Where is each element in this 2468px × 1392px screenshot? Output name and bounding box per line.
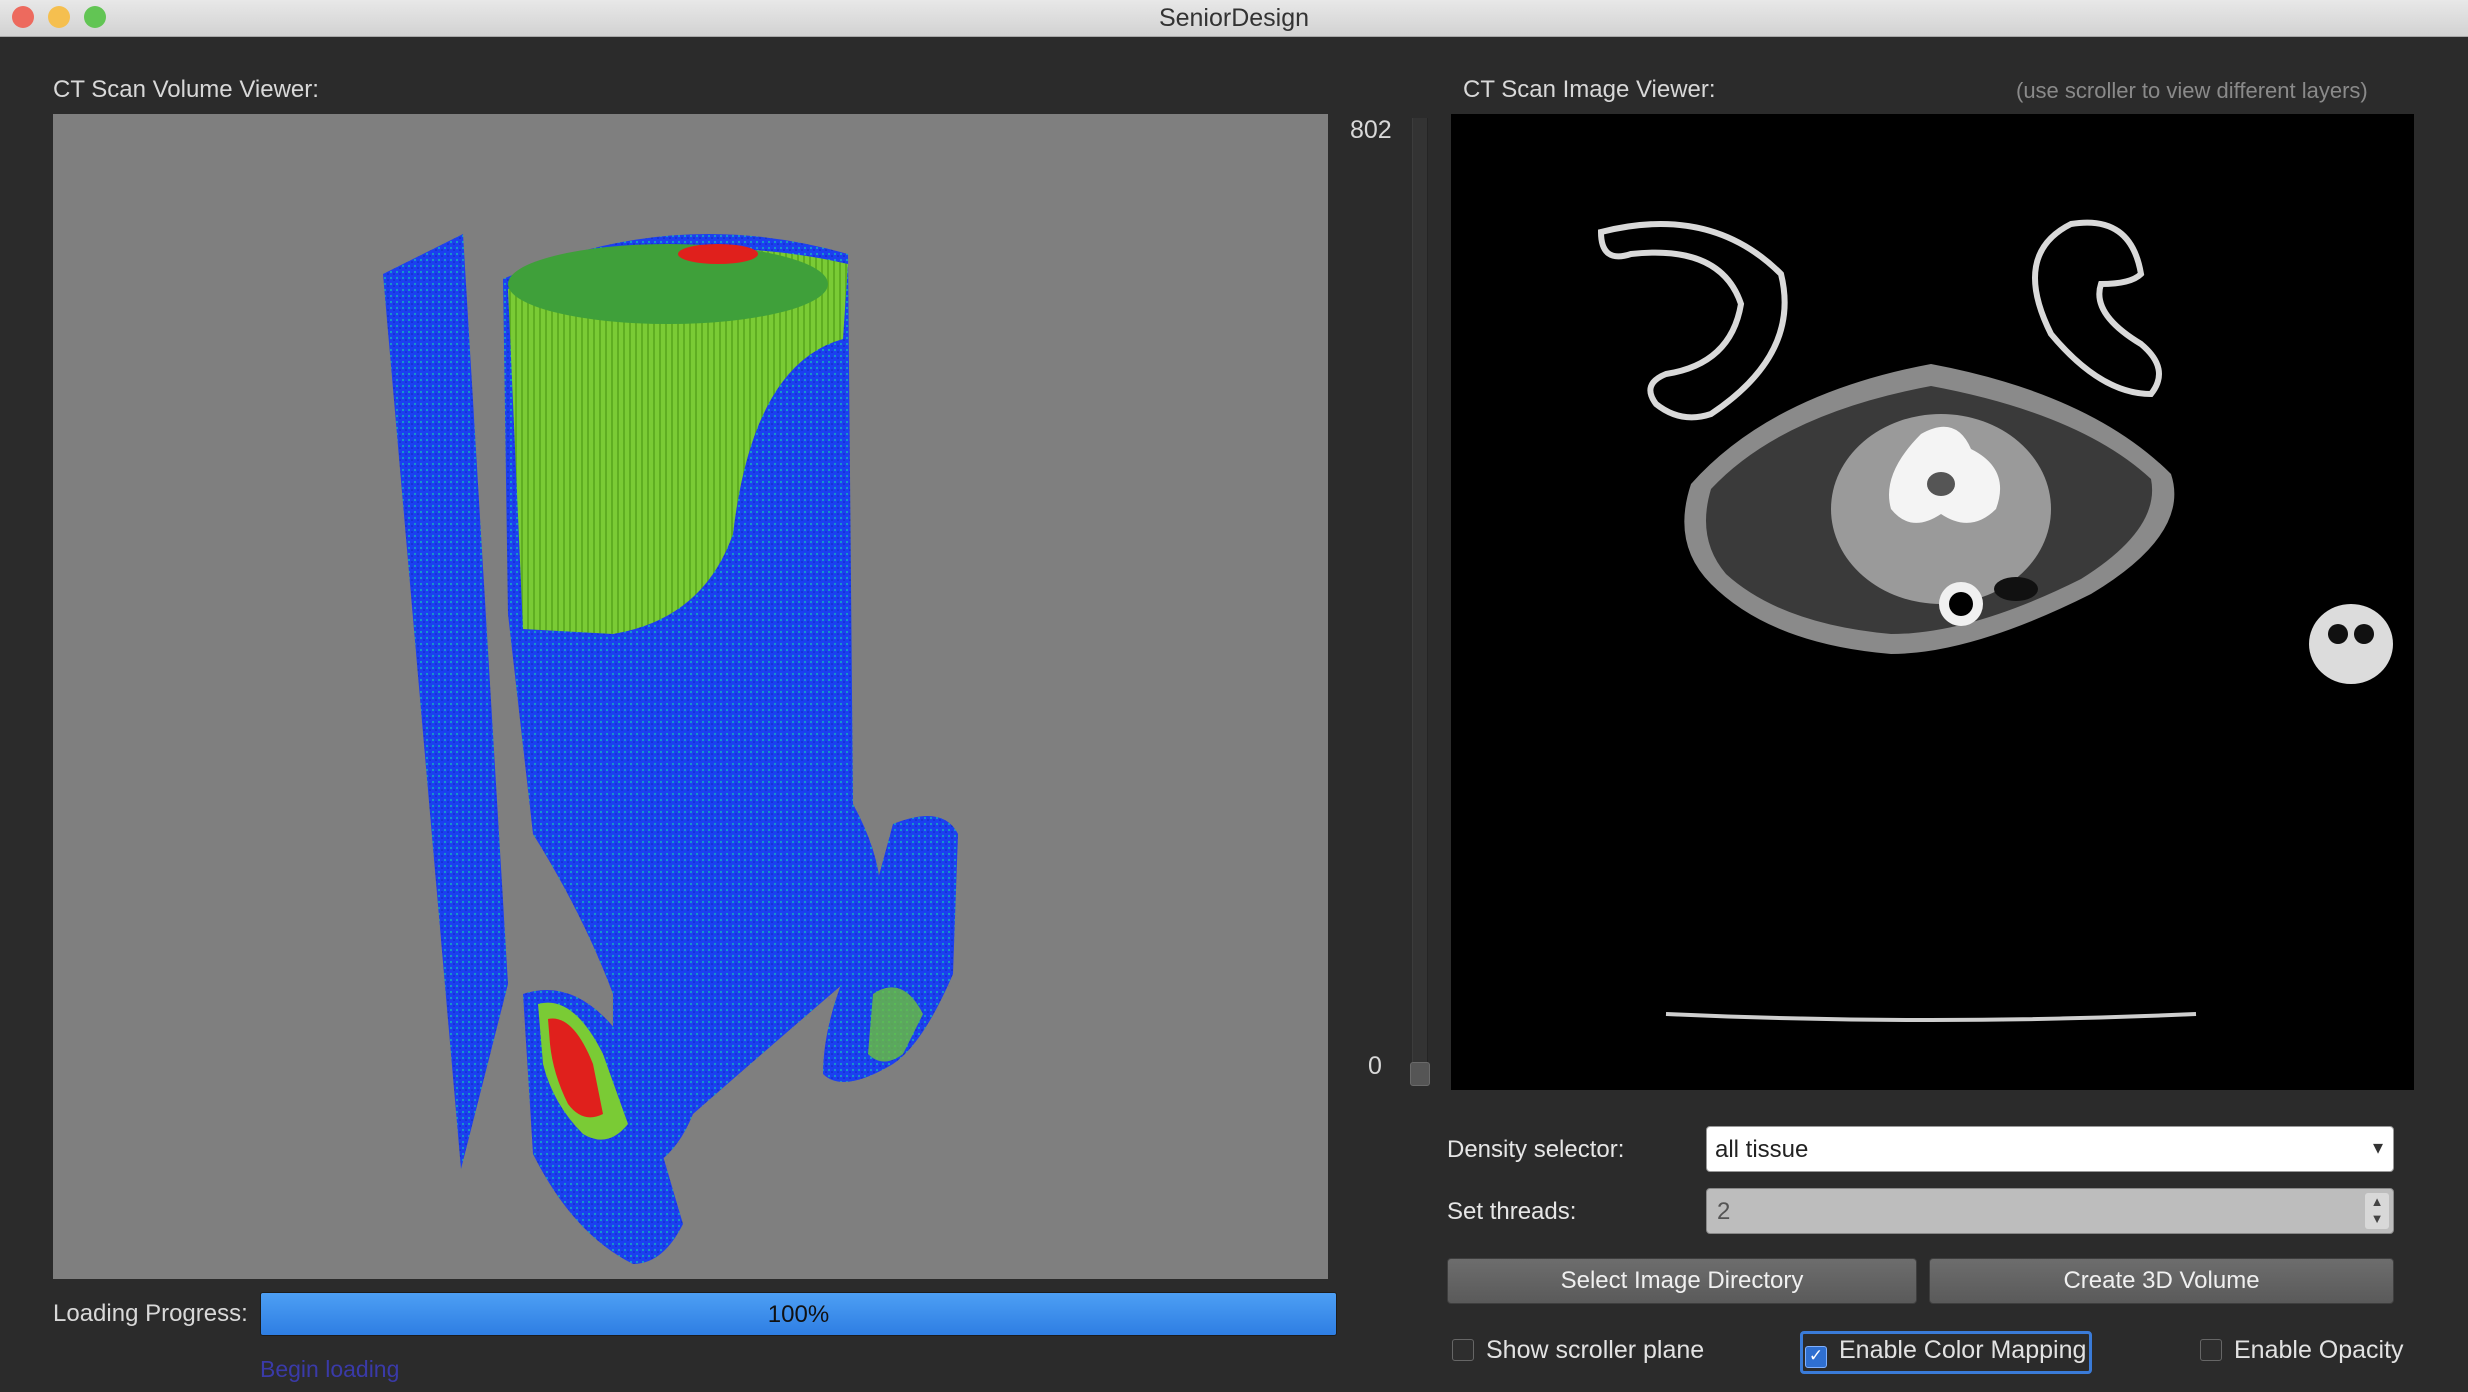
chevron-down-icon: ▾ <box>2372 1137 2383 1159</box>
enable-opacity-checkbox[interactable]: Enable Opacity <box>2200 1336 2404 1365</box>
ct-slice-image <box>1597 219 2393 1022</box>
dense-region-top <box>678 244 758 264</box>
ct-image-canvas[interactable] <box>1451 114 2414 1090</box>
density-selector-label: Density selector: <box>1447 1136 1625 1163</box>
checkbox-icon <box>2200 1339 2222 1361</box>
volume-viewer-label: CT Scan Volume Viewer: <box>53 76 319 103</box>
scanner-table-line <box>1665 1012 2197 1022</box>
left-arm-crescent <box>1597 221 1788 421</box>
threads-value: 2 <box>1717 1198 1731 1225</box>
layer-slider-handle[interactable] <box>1410 1062 1430 1086</box>
spinal-canal <box>1927 472 1955 496</box>
slider-max-label: 802 <box>1350 116 1392 144</box>
window-titlebar: SeniorDesign <box>0 0 2468 37</box>
begin-loading-link[interactable]: Begin loading <box>260 1356 399 1383</box>
image-viewer-label: CT Scan Image Viewer: <box>1463 76 1716 103</box>
enable-color-mapping-checkbox[interactable]: ✓ Enable Color Mapping <box>1805 1336 2086 1368</box>
hand-bone-left <box>2328 624 2348 644</box>
enable-opacity-label: Enable Opacity <box>2234 1336 2404 1364</box>
window-title: SeniorDesign <box>1158 4 1310 32</box>
threads-spinbox[interactable]: 2 ▲ ▼ <box>1706 1188 2394 1234</box>
air-pocket <box>1994 577 2038 601</box>
show-scroller-plane-checkbox[interactable]: Show scroller plane <box>1452 1336 1704 1365</box>
checkmark-icon: ✓ <box>1805 1346 1827 1368</box>
checkbox-icon <box>1452 1339 1474 1361</box>
image-viewer-hint: (use scroller to view different layers) <box>2016 78 2368 103</box>
loading-progress-label: Loading Progress: <box>53 1300 248 1327</box>
hand-cross-section <box>2309 604 2393 684</box>
cross-section-top <box>508 244 828 324</box>
loading-progress-text: 100% <box>767 1301 830 1328</box>
density-selector-value: all tissue <box>1715 1136 1809 1163</box>
select-image-directory-button[interactable]: Select Image Directory <box>1447 1258 1917 1304</box>
right-arm-crescent <box>2032 219 2162 398</box>
layer-slider-track[interactable] <box>1412 118 1428 1078</box>
side-plate-mesh <box>383 234 508 1169</box>
show-scroller-plane-label: Show scroller plane <box>1486 1336 1705 1364</box>
loading-progress-bar: 100% <box>260 1292 1337 1336</box>
density-selector-dropdown[interactable]: all tissue ▾ <box>1706 1126 2394 1172</box>
volume-viewer-canvas[interactable] <box>53 114 1328 1279</box>
trachea-lumen <box>1949 592 1973 616</box>
slider-min-label: 0 <box>1368 1052 1382 1080</box>
volume-render <box>383 234 958 1264</box>
set-threads-label: Set threads: <box>1447 1198 1577 1225</box>
spinbox-stepper-icon[interactable]: ▲ ▼ <box>2365 1193 2389 1229</box>
hand-bone-right <box>2354 624 2374 644</box>
enable-color-mapping-label: Enable Color Mapping <box>1839 1336 2087 1364</box>
create-3d-volume-button[interactable]: Create 3D Volume <box>1929 1258 2394 1304</box>
